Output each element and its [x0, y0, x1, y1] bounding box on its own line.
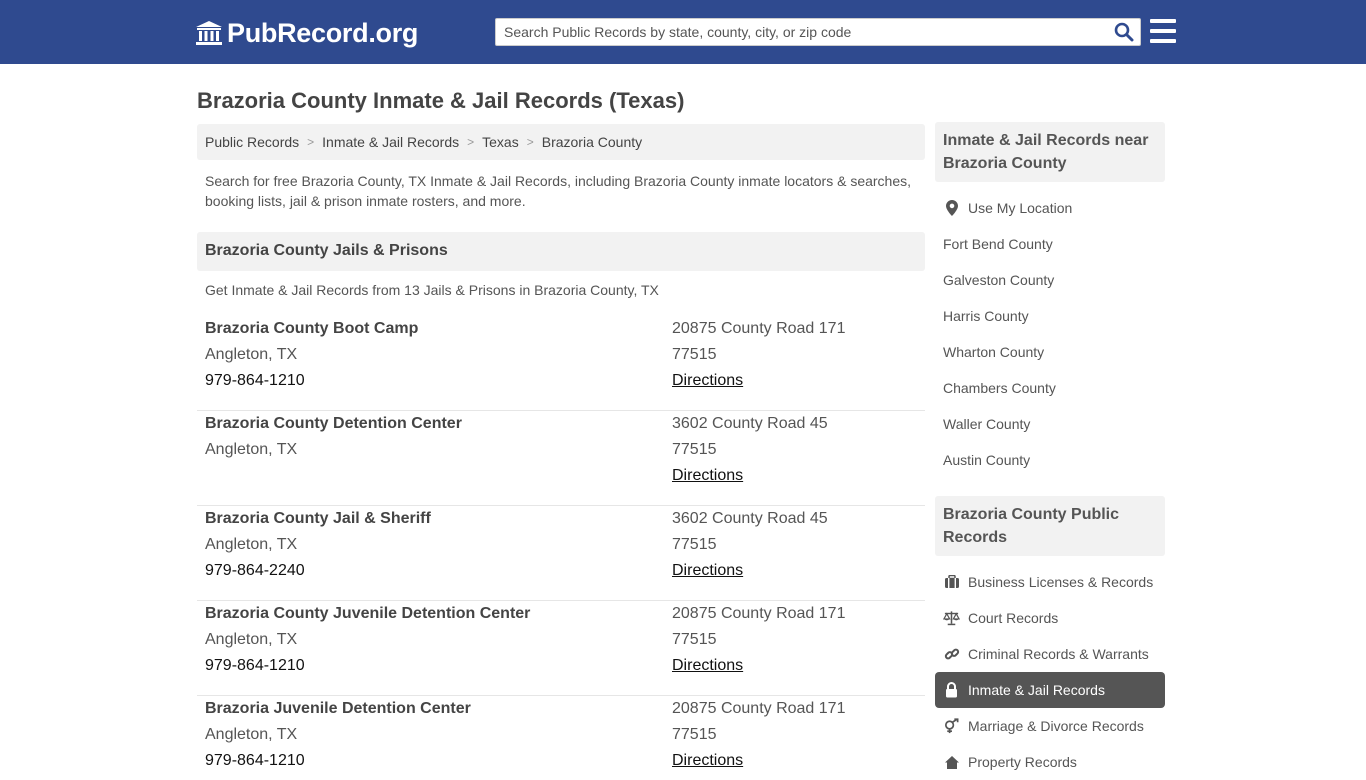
nearby-county-link[interactable]: Chambers County	[935, 370, 1165, 406]
facility-address: 20875 County Road 171	[672, 320, 846, 337]
scales-icon	[943, 610, 960, 626]
facility-zip: 77515	[672, 346, 717, 363]
site-logo[interactable]: PubRecord.org	[195, 18, 418, 48]
category-marriage-divorce[interactable]: Marriage & Divorce Records	[935, 708, 1165, 744]
search-icon	[1114, 22, 1134, 42]
page-title: Brazoria County Inmate & Jail Records (T…	[197, 88, 685, 113]
facility-city: Angleton, TX	[205, 726, 298, 743]
facility-name[interactable]: Brazoria County Detention Center	[205, 411, 645, 437]
directions-link[interactable]: Directions	[672, 657, 743, 674]
facility-listing: Brazoria County Jail & Sheriff Angleton,…	[197, 506, 925, 601]
facility-listing: Brazoria County Detention Center Angleto…	[197, 411, 925, 506]
category-label: Marriage & Divorce Records	[968, 718, 1144, 734]
breadcrumb-inmate-jail-records[interactable]: Inmate & Jail Records	[322, 134, 459, 150]
facility-zip: 77515	[672, 536, 717, 553]
nearby-county-link[interactable]: Harris County	[935, 298, 1165, 334]
nearby-list: Use My Location Fort Bend County Galvest…	[935, 190, 1165, 478]
lock-icon	[943, 682, 960, 698]
nearby-county-link[interactable]: Fort Bend County	[935, 226, 1165, 262]
facility-zip: 77515	[672, 631, 717, 648]
public-records-heading: Brazoria County Public Records	[935, 496, 1165, 556]
intro-text: Search for free Brazoria County, TX Inma…	[205, 173, 912, 209]
category-label: Court Records	[968, 610, 1059, 626]
facility-name[interactable]: Brazoria County Juvenile Detention Cente…	[205, 601, 645, 627]
facility-zip: 77515	[672, 726, 717, 743]
search-box	[495, 18, 1141, 46]
facility-name[interactable]: Brazoria County Jail & Sheriff	[205, 506, 645, 532]
directions-link[interactable]: Directions	[672, 372, 743, 389]
courthouse-icon	[196, 21, 222, 45]
breadcrumb-brazoria-county[interactable]: Brazoria County	[542, 134, 642, 150]
facility-phone[interactable]: 979-864-1210	[205, 368, 645, 394]
nearby-county-link[interactable]: Waller County	[935, 406, 1165, 442]
facility-phone[interactable]: 979-864-1210	[205, 653, 645, 679]
facility-listing: Brazoria County Juvenile Detention Cente…	[197, 601, 925, 696]
directions-link[interactable]: Directions	[672, 752, 743, 769]
top-navbar: PubRecord.org	[0, 0, 1366, 64]
facility-phone[interactable]: 979-864-1210	[205, 748, 645, 774]
chevron-right-icon: >	[467, 135, 475, 149]
category-label: Inmate & Jail Records	[968, 682, 1105, 698]
chevron-right-icon: >	[307, 135, 315, 149]
hamburger-menu-icon[interactable]	[1150, 19, 1176, 43]
breadcrumb-public-records[interactable]: Public Records	[205, 134, 299, 150]
category-property-records[interactable]: Property Records	[935, 744, 1165, 780]
category-label: Criminal Records & Warrants	[968, 646, 1149, 662]
directions-link[interactable]: Directions	[672, 467, 743, 484]
category-business-licenses[interactable]: Business Licenses & Records	[935, 564, 1165, 600]
category-criminal-records[interactable]: Criminal Records & Warrants	[935, 636, 1165, 672]
facility-city: Angleton, TX	[205, 441, 298, 458]
facility-name[interactable]: Brazoria Juvenile Detention Center	[205, 696, 645, 722]
facilities-subheading: Get Inmate & Jail Records from 13 Jails …	[205, 282, 659, 298]
category-court-records[interactable]: Court Records	[935, 600, 1165, 636]
directions-link[interactable]: Directions	[672, 562, 743, 579]
use-my-location-link[interactable]: Use My Location	[935, 190, 1165, 226]
facility-city: Angleton, TX	[205, 631, 298, 648]
breadcrumb-texas[interactable]: Texas	[482, 134, 519, 150]
breadcrumb: Public Records > Inmate & Jail Records >…	[197, 124, 925, 160]
search-input[interactable]	[504, 19, 1104, 45]
gender-icon	[943, 718, 960, 734]
nearby-county-link[interactable]: Austin County	[935, 442, 1165, 478]
public-records-list: Business Licenses & Records Court Record…	[935, 564, 1165, 780]
nearby-county-link[interactable]: Galveston County	[935, 262, 1165, 298]
chevron-right-icon: >	[526, 135, 534, 149]
facility-city: Angleton, TX	[205, 346, 298, 363]
use-location-label: Use My Location	[968, 200, 1073, 216]
facility-address: 20875 County Road 171	[672, 605, 846, 622]
facility-zip: 77515	[672, 441, 717, 458]
nearby-county-link[interactable]: Wharton County	[935, 334, 1165, 370]
facility-phone[interactable]: 979-864-2240	[205, 558, 645, 584]
category-inmate-jail-records[interactable]: Inmate & Jail Records	[935, 672, 1165, 708]
facility-address: 3602 County Road 45	[672, 415, 828, 432]
sidebar: Inmate & Jail Records near Brazoria Coun…	[935, 122, 1165, 780]
facility-city: Angleton, TX	[205, 536, 298, 553]
facility-address: 20875 County Road 171	[672, 700, 846, 717]
search-button[interactable]	[1112, 21, 1136, 43]
briefcase-icon	[943, 574, 960, 590]
link-icon	[943, 646, 960, 662]
nearby-heading: Inmate & Jail Records near Brazoria Coun…	[935, 122, 1165, 182]
facility-listing: Brazoria Juvenile Detention Center Angle…	[197, 696, 925, 769]
category-label: Business Licenses & Records	[968, 574, 1154, 590]
facility-listing: Brazoria County Boot Camp Angleton, TX 9…	[197, 316, 925, 411]
facility-name[interactable]: Brazoria County Boot Camp	[205, 316, 645, 342]
facility-address: 3602 County Road 45	[672, 510, 828, 527]
map-pin-icon	[943, 200, 960, 216]
facilities-heading: Brazoria County Jails & Prisons	[197, 232, 925, 271]
logo-text: PubRecord.org	[227, 17, 419, 48]
